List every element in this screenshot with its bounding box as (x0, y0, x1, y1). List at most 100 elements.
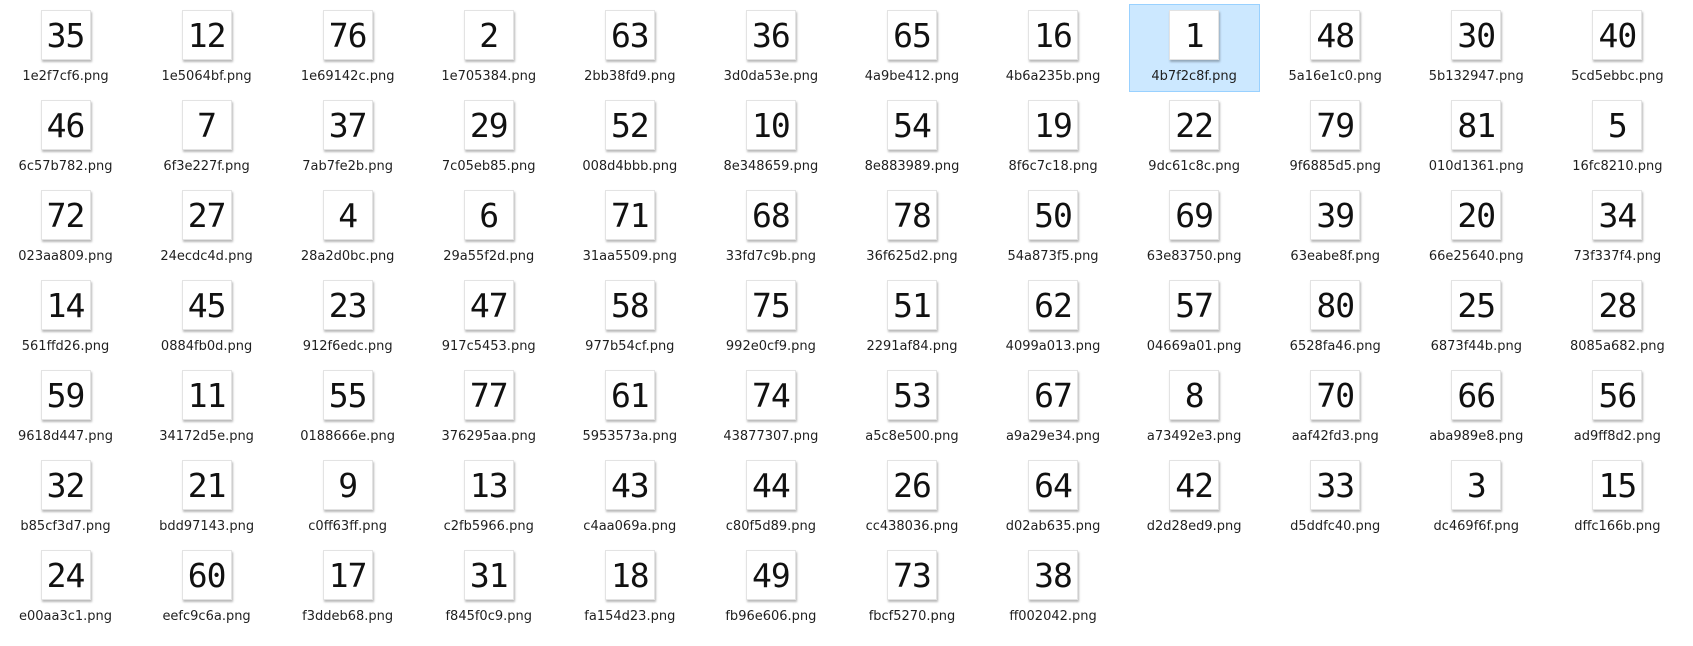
file-item[interactable]: 67 a9a29e34.png (988, 364, 1119, 452)
file-item[interactable]: 26 cc438036.png (846, 454, 977, 542)
image-thumbnail: 53 (886, 370, 937, 420)
image-thumbnail: 4 (322, 190, 373, 240)
file-item[interactable]: 49 fb96e606.png (705, 544, 836, 632)
file-item[interactable]: 48 5a16e1c0.png (1270, 4, 1401, 92)
file-item[interactable]: 30 5b132947.png (1411, 4, 1542, 92)
file-name-label: 6c57b782.png (18, 159, 113, 174)
file-item[interactable]: 70 aaf42fd3.png (1270, 364, 1401, 452)
file-item[interactable]: 72 023aa809.png (0, 184, 131, 272)
file-item[interactable]: 43 c4aa069a.png (564, 454, 695, 542)
file-item[interactable]: 38 ff002042.png (988, 544, 1119, 632)
file-item[interactable]: 45 0884fb0d.png (141, 274, 272, 362)
file-item[interactable]: 37 7ab7fe2b.png (282, 94, 413, 182)
file-item[interactable]: 15 dffc166b.png (1552, 454, 1683, 542)
file-item[interactable]: 28 8085a682.png (1552, 274, 1683, 362)
file-item[interactable]: 9 c0ff63ff.png (282, 454, 413, 542)
image-thumbnail: 45 (181, 280, 232, 330)
file-name-label: 023aa809.png (18, 249, 113, 264)
file-item[interactable]: 56 ad9ff8d2.png (1552, 364, 1683, 452)
file-item[interactable]: 62 4099a013.png (988, 274, 1119, 362)
file-item[interactable]: 29 7c05eb85.png (423, 94, 554, 182)
file-item[interactable]: 75 992e0cf9.png (705, 274, 836, 362)
image-thumbnail: 51 (886, 280, 937, 330)
file-name-label: 1e2f7cf6.png (22, 69, 109, 84)
file-item[interactable]: 64 d02ab635.png (988, 454, 1119, 542)
file-item[interactable]: 31 f845f0c9.png (423, 544, 554, 632)
file-item[interactable]: 7 6f3e227f.png (141, 94, 272, 182)
file-name-label: f845f0c9.png (445, 609, 532, 624)
file-item[interactable]: 23 912f6edc.png (282, 274, 413, 362)
file-item[interactable]: 8 a73492e3.png (1129, 364, 1260, 452)
file-item[interactable]: 51 2291af84.png (846, 274, 977, 362)
file-item[interactable]: 53 a5c8e500.png (846, 364, 977, 452)
file-item[interactable]: 4 28a2d0bc.png (282, 184, 413, 272)
file-item[interactable]: 57 04669a01.png (1129, 274, 1260, 362)
file-item[interactable]: 42 d2d28ed9.png (1129, 454, 1260, 542)
image-thumbnail: 10 (745, 100, 796, 150)
file-name-label: 9dc61c8c.png (1148, 159, 1240, 174)
file-item[interactable]: 16 4b6a235b.png (988, 4, 1119, 92)
file-item[interactable]: 69 63e83750.png (1129, 184, 1260, 272)
file-item[interactable]: 71 31aa5509.png (564, 184, 695, 272)
file-name-label: 8e348659.png (723, 159, 819, 174)
file-item[interactable]: 22 9dc61c8c.png (1129, 94, 1260, 182)
file-name-label: aaf42fd3.png (1291, 429, 1379, 444)
file-item[interactable]: 80 6528fa46.png (1270, 274, 1401, 362)
image-thumbnail: 61 (604, 370, 655, 420)
file-item[interactable]: 18 fa154d23.png (564, 544, 695, 632)
file-item[interactable]: 58 977b54cf.png (564, 274, 695, 362)
file-item[interactable]: 54 8e883989.png (846, 94, 977, 182)
image-thumbnail: 9 (322, 460, 373, 510)
file-name-label: 917c5453.png (441, 339, 536, 354)
file-item[interactable]: 11 34172d5e.png (141, 364, 272, 452)
file-item[interactable]: 14 561ffd26.png (0, 274, 131, 362)
image-thumbnail: 5 (1592, 100, 1643, 150)
file-item[interactable]: 2 1e705384.png (423, 4, 554, 92)
file-item[interactable]: 39 63eabe8f.png (1270, 184, 1401, 272)
file-item[interactable]: 65 4a9be412.png (846, 4, 977, 92)
file-item[interactable]: 12 1e5064bf.png (141, 4, 272, 92)
file-item[interactable]: 73 fbcf5270.png (846, 544, 977, 632)
file-item[interactable]: 33 d5ddfc40.png (1270, 454, 1401, 542)
file-item[interactable]: 20 66e25640.png (1411, 184, 1542, 272)
file-item[interactable]: 74 43877307.png (705, 364, 836, 452)
file-item[interactable]: 34 73f337f4.png (1552, 184, 1683, 272)
file-item[interactable]: 47 917c5453.png (423, 274, 554, 362)
file-item[interactable]: 1 4b7f2c8f.png (1128, 4, 1260, 92)
file-item[interactable]: 59 9618d447.png (0, 364, 131, 452)
file-item[interactable]: 68 33fd7c9b.png (705, 184, 836, 272)
file-item[interactable]: 81 010d1361.png (1411, 94, 1542, 182)
file-item[interactable]: 50 54a873f5.png (988, 184, 1119, 272)
file-item[interactable]: 61 5953573a.png (564, 364, 695, 452)
file-item[interactable]: 78 36f625d2.png (846, 184, 977, 272)
file-item[interactable]: 36 3d0da53e.png (705, 4, 836, 92)
file-item[interactable]: 13 c2fb5966.png (423, 454, 554, 542)
file-item[interactable]: 25 6873f44b.png (1411, 274, 1542, 362)
file-item[interactable]: 6 29a55f2d.png (423, 184, 554, 272)
file-item[interactable]: 24 e00aa3c1.png (0, 544, 131, 632)
file-item[interactable]: 27 24ecdc4d.png (141, 184, 272, 272)
image-thumbnail: 52 (604, 100, 655, 150)
file-item[interactable]: 21 bdd97143.png (141, 454, 272, 542)
file-item[interactable]: 66 aba989e8.png (1411, 364, 1542, 452)
file-item[interactable]: 52 008d4bbb.png (564, 94, 695, 182)
file-item[interactable]: 76 1e69142c.png (282, 4, 413, 92)
file-item[interactable]: 40 5cd5ebbc.png (1552, 4, 1683, 92)
file-item[interactable]: 60 eefc9c6a.png (141, 544, 272, 632)
file-grid: 35 1e2f7cf6.png 12 1e5064bf.png 76 1e691… (0, 0, 1693, 646)
file-item[interactable]: 17 f3ddeb68.png (282, 544, 413, 632)
file-item[interactable]: 32 b85cf3d7.png (0, 454, 131, 542)
file-item[interactable]: 19 8f6c7c18.png (988, 94, 1119, 182)
file-item[interactable]: 63 2bb38fd9.png (564, 4, 695, 92)
file-item[interactable]: 46 6c57b782.png (0, 94, 131, 182)
file-item[interactable]: 10 8e348659.png (705, 94, 836, 182)
file-item[interactable]: 55 0188666e.png (282, 364, 413, 452)
file-item[interactable]: 44 c80f5d89.png (705, 454, 836, 542)
file-item[interactable]: 35 1e2f7cf6.png (0, 4, 131, 92)
file-item[interactable]: 5 16fc8210.png (1552, 94, 1683, 182)
image-thumbnail: 19 (1028, 100, 1079, 150)
file-name-label: a5c8e500.png (865, 429, 959, 444)
file-item[interactable]: 77 376295aa.png (423, 364, 554, 452)
file-item[interactable]: 79 9f6885d5.png (1270, 94, 1401, 182)
file-item[interactable]: 3 dc469f6f.png (1411, 454, 1542, 542)
